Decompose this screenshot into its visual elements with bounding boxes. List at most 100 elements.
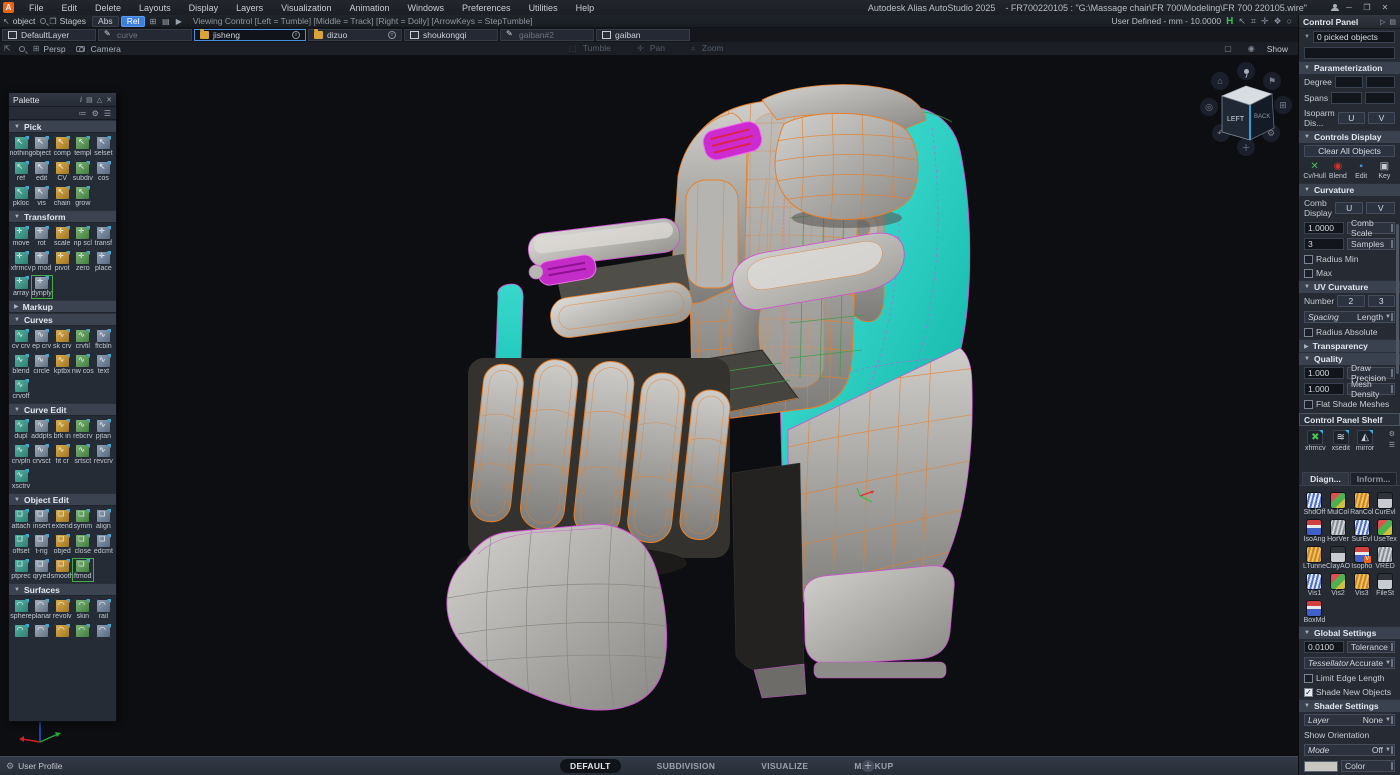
diagnostic-tool[interactable]: LTunne: [1303, 546, 1326, 570]
palette-tool[interactable]: t-rig: [32, 534, 52, 556]
shelf-gear-icon[interactable]: ⚙: [1389, 430, 1395, 438]
object-name-field[interactable]: [1304, 47, 1395, 59]
palette-tool[interactable]: zero: [73, 251, 93, 273]
palette-tool[interactable]: [32, 624, 52, 638]
palette-tool[interactable]: insert: [32, 509, 52, 531]
palette-titlebar[interactable]: Palette ⅈ ▤ △ ✕: [9, 93, 116, 107]
layout-icon[interactable]: ≔: [79, 109, 87, 118]
diagnostic-tool[interactable]: FileSt: [1373, 573, 1396, 597]
diagnostic-tool[interactable]: Isopho: [1350, 546, 1373, 570]
picked-objects-field[interactable]: 0 picked objects: [1313, 31, 1395, 43]
add-workspace-button[interactable]: ＋: [862, 760, 874, 772]
cursor-tool-icon[interactable]: ↖: [1238, 16, 1246, 27]
menu-item[interactable]: Display: [180, 0, 228, 15]
palette-tool[interactable]: attach: [11, 509, 31, 531]
picked-dropdown-icon[interactable]: ▼: [1304, 34, 1310, 40]
gear-icon[interactable]: ⚙: [92, 109, 99, 118]
menu-item[interactable]: Visualization: [272, 0, 340, 15]
camera-icon[interactable]: [76, 46, 85, 52]
show-orientation-label[interactable]: Show Orientation: [1304, 730, 1369, 740]
controls-display-tool[interactable]: ▣ Key: [1373, 160, 1396, 180]
palette-tool[interactable]: cos: [93, 161, 113, 183]
diagnostic-tool[interactable]: SurEvl: [1350, 519, 1373, 543]
palette-tool[interactable]: sphere: [11, 599, 31, 621]
palette-tool[interactable]: rebcrv: [73, 419, 93, 441]
diagnostic-tool[interactable]: Vis3: [1350, 573, 1373, 597]
view-cube[interactable]: LEFT BACK: [1196, 68, 1296, 168]
units-indicator[interactable]: User Defined - mm - 10.0000: [1111, 16, 1221, 26]
palette-tool[interactable]: xsctrv: [11, 469, 31, 491]
palette-tool[interactable]: np scl: [73, 226, 93, 248]
diagnostic-tool[interactable]: VRED: [1373, 546, 1396, 570]
spacing-dropdown[interactable]: Spacing Length▼: [1304, 311, 1395, 323]
palette-tool[interactable]: comp: [52, 136, 72, 158]
stages-label[interactable]: Stages: [60, 16, 86, 26]
uv-number-v-field[interactable]: 3: [1368, 295, 1395, 307]
palette-section-pick[interactable]: ▼ Pick: [9, 120, 116, 133]
palette-tool[interactable]: ffcbln: [93, 329, 113, 351]
snap-grid-icon[interactable]: ⌗: [1251, 16, 1256, 27]
close-button[interactable]: ✕: [1378, 3, 1392, 12]
control-panel-header[interactable]: Control Panel ▷▤: [1299, 15, 1400, 29]
diagnostic-tool[interactable]: ClayAO: [1326, 546, 1350, 570]
search-icon[interactable]: [40, 18, 46, 24]
color-slider[interactable]: Color: [1341, 760, 1395, 772]
panel-scrollbar[interactable]: [1396, 224, 1399, 374]
palette-tool[interactable]: kptbx: [52, 354, 72, 376]
palette-tool[interactable]: crvfil: [73, 329, 93, 351]
workspace-tab[interactable]: VISUALIZE: [751, 759, 818, 773]
section-transparency[interactable]: ▶ Transparency: [1299, 339, 1400, 352]
palette-tool[interactable]: symm: [73, 509, 93, 531]
layer-magnifier-badge[interactable]: ⌕: [292, 31, 300, 39]
palette-section-surfaces[interactable]: ▼ Surfaces: [9, 583, 116, 596]
menu-item[interactable]: Delete: [86, 0, 130, 15]
diagnostic-tool[interactable]: UseTex: [1373, 519, 1396, 543]
cube-face-back[interactable]: BACK: [1254, 114, 1270, 120]
palette-tool[interactable]: [93, 624, 113, 638]
palette-tool[interactable]: ftmod: [73, 559, 93, 581]
workspace-tab[interactable]: SUBDIVISION: [647, 759, 726, 773]
shelf-tool[interactable]: ≋ xsedit: [1332, 430, 1350, 452]
palette-tool[interactable]: fit cr: [52, 444, 72, 466]
palette-tool[interactable]: nw cos: [73, 354, 93, 376]
mode-dropdown[interactable]: Mode Off▼: [1304, 744, 1395, 756]
draw-precision-slider[interactable]: Draw Precision: [1347, 367, 1395, 379]
degree-v-field[interactable]: [1366, 76, 1395, 88]
palette-tool[interactable]: pjtan: [93, 419, 113, 441]
palette-tool[interactable]: crvoff: [11, 379, 31, 401]
shelf-tool[interactable]: ✖ xfrmcv: [1305, 430, 1326, 452]
degree-u-field[interactable]: [1335, 76, 1364, 88]
palette-tool[interactable]: chain: [52, 186, 72, 208]
menu-item[interactable]: Help: [567, 0, 604, 15]
palette-tool[interactable]: edcmt: [93, 534, 113, 556]
stages-icon[interactable]: ❒: [49, 17, 56, 26]
radius-min-checkbox[interactable]: [1304, 255, 1313, 264]
palette-tool[interactable]: selset: [93, 136, 113, 158]
samples-field[interactable]: 3: [1304, 238, 1344, 250]
menu-item[interactable]: Layers: [227, 0, 272, 15]
grid-toggle-icon[interactable]: ⊞: [33, 44, 40, 53]
menu-item[interactable]: Animation: [340, 0, 398, 15]
palette-tool[interactable]: grow: [73, 186, 93, 208]
palette-tool[interactable]: objed: [52, 534, 72, 556]
palette-tool[interactable]: srtsct: [73, 444, 93, 466]
palette-tool[interactable]: close: [73, 534, 93, 556]
target-icon[interactable]: ◉: [1248, 44, 1255, 53]
palette-tool[interactable]: crvsct: [32, 444, 52, 466]
palette-tool[interactable]: text: [93, 354, 113, 376]
diagnostic-tool[interactable]: Vis2: [1326, 573, 1350, 597]
palette-tool[interactable]: nothing: [11, 136, 31, 158]
view-cube-widget[interactable]: ⌂ ⚑ ◎ ⊞ ↶ ⚙ ＋ LEFT BACK: [1196, 58, 1296, 218]
layer-tab[interactable]: dizuo ⌕: [308, 29, 402, 41]
layer-tab[interactable]: gaiban#2 ⌕: [500, 29, 594, 41]
uv-number-u-field[interactable]: 2: [1337, 295, 1364, 307]
palette-section-object-edit[interactable]: ▼ Object Edit: [9, 493, 116, 506]
layer-tab[interactable]: jisheng ⌕: [194, 29, 306, 41]
palette-tool[interactable]: pivot: [52, 251, 72, 273]
layer-magnifier-badge[interactable]: ⌕: [388, 31, 396, 39]
section-parameterization[interactable]: ▼ Parameterization: [1299, 61, 1400, 74]
palette-tool[interactable]: skin: [73, 599, 93, 621]
snap-cv-icon[interactable]: ❖: [1273, 16, 1281, 27]
new-window-icon[interactable]: ⇱: [4, 44, 11, 53]
mesh-density-field[interactable]: 1.000: [1304, 383, 1344, 395]
